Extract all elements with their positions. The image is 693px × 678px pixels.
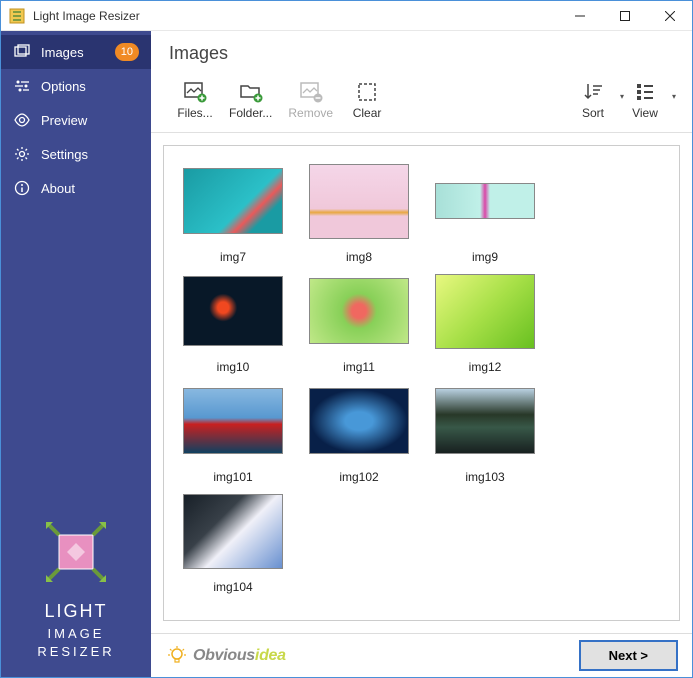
remove-icon	[299, 80, 323, 104]
thumbnail-label: img7	[220, 250, 246, 264]
gallery-scroll[interactable]: img7 img8 img9 img10 img11 img12 img101 img102 i…	[151, 133, 692, 633]
thumbnail-image	[435, 183, 535, 219]
thumbnail-image	[183, 494, 283, 569]
footer-brand[interactable]: Obviousidea	[165, 644, 286, 668]
thumbnail-label: img104	[213, 580, 252, 594]
thumbnail-image	[435, 274, 535, 349]
sort-icon	[581, 80, 605, 104]
about-icon	[13, 179, 31, 197]
main-header: Images	[151, 31, 692, 70]
settings-icon	[13, 145, 31, 163]
titlebar: Light Image Resizer	[1, 1, 692, 31]
thumbnail-item[interactable]: img102	[300, 382, 418, 484]
thumbnail-label: img101	[213, 470, 252, 484]
tool-label: Remove	[288, 106, 333, 120]
thumbnail-label: img102	[339, 470, 378, 484]
add-files-button[interactable]: Files...	[169, 76, 221, 124]
thumbnail-image	[309, 388, 409, 454]
sidebar-item-label: Preview	[41, 113, 139, 128]
thumbnail-label: img10	[217, 360, 250, 374]
thumbnail-item[interactable]: img9	[426, 162, 544, 264]
tool-label: Folder...	[229, 106, 272, 120]
thumbnail-item[interactable]: img104	[174, 492, 292, 594]
image-gallery: img7 img8 img9 img10 img11 img12 img101 img102 i…	[163, 145, 680, 621]
thumbnail-image	[183, 276, 283, 346]
thumbnail-image	[183, 388, 283, 454]
sidebar-item-images[interactable]: Images 10	[1, 35, 151, 69]
maximize-button[interactable]	[602, 1, 647, 30]
view-button[interactable]: View ▾	[622, 76, 674, 124]
brand-text-1: Obvious	[193, 647, 255, 664]
window-controls	[557, 1, 692, 30]
thumbnail-item[interactable]: img12	[426, 272, 544, 374]
sidebar-item-label: Settings	[41, 147, 139, 162]
clear-button[interactable]: Clear	[341, 76, 393, 124]
sidebar-item-label: Images	[41, 45, 115, 60]
logo-text-2: IMAGE	[1, 625, 151, 643]
sidebar-item-about[interactable]: About	[1, 171, 151, 205]
tool-label: Files...	[177, 106, 212, 120]
view-icon	[633, 80, 657, 104]
thumbnail-image	[309, 278, 409, 344]
clear-icon	[355, 80, 379, 104]
footer: Obviousidea Next >	[151, 633, 692, 677]
window-title: Light Image Resizer	[33, 9, 557, 23]
sidebar: Images 10 Options Preview Settings	[1, 31, 151, 677]
tool-label: Clear	[353, 106, 382, 120]
main-panel: Images Files... Folder...	[151, 31, 692, 677]
sidebar-item-settings[interactable]: Settings	[1, 137, 151, 171]
options-icon	[13, 77, 31, 95]
thumbnail-label: img103	[465, 470, 504, 484]
thumbnail-label: img8	[346, 250, 372, 264]
tool-label: View	[632, 106, 658, 120]
sidebar-nav: Images 10 Options Preview Settings	[1, 31, 151, 205]
remove-button: Remove	[280, 76, 341, 124]
thumbnail-label: img11	[343, 360, 375, 374]
thumbnail-item[interactable]: img11	[300, 272, 418, 374]
toolbar: Files... Folder... Remove	[151, 70, 692, 133]
sidebar-logo: LIGHT IMAGE RESIZER	[1, 505, 151, 677]
close-button[interactable]	[647, 1, 692, 30]
thumbnail-item[interactable]: img7	[174, 162, 292, 264]
thumbnail-item[interactable]: img103	[426, 382, 544, 484]
add-folder-button[interactable]: Folder...	[221, 76, 280, 124]
sidebar-item-options[interactable]: Options	[1, 69, 151, 103]
thumbnail-item[interactable]: img101	[174, 382, 292, 484]
sort-button[interactable]: Sort ▾	[570, 76, 622, 124]
files-add-icon	[183, 80, 207, 104]
preview-icon	[13, 111, 31, 129]
thumbnail-image	[309, 164, 409, 239]
folder-add-icon	[239, 80, 263, 104]
images-count-badge: 10	[115, 43, 139, 61]
next-button[interactable]: Next >	[579, 640, 678, 671]
chevron-down-icon: ▾	[672, 92, 676, 101]
minimize-button[interactable]	[557, 1, 602, 30]
sidebar-item-preview[interactable]: Preview	[1, 103, 151, 137]
logo-text-1: LIGHT	[1, 599, 151, 624]
sidebar-item-label: About	[41, 181, 139, 196]
logo-text-3: RESIZER	[1, 643, 151, 661]
page-title: Images	[169, 43, 674, 64]
thumbnail-image	[183, 168, 283, 234]
sidebar-item-label: Options	[41, 79, 139, 94]
thumbnail-item[interactable]: img8	[300, 162, 418, 264]
logo-icon	[41, 517, 111, 587]
app-icon	[9, 8, 25, 24]
brand-text-2: idea	[255, 647, 286, 664]
lightbulb-icon	[165, 644, 189, 668]
thumbnail-image	[435, 388, 535, 454]
thumbnail-label: img12	[469, 360, 502, 374]
images-icon	[13, 43, 31, 61]
thumbnail-label: img9	[472, 250, 498, 264]
thumbnail-item[interactable]: img10	[174, 272, 292, 374]
tool-label: Sort	[582, 106, 604, 120]
